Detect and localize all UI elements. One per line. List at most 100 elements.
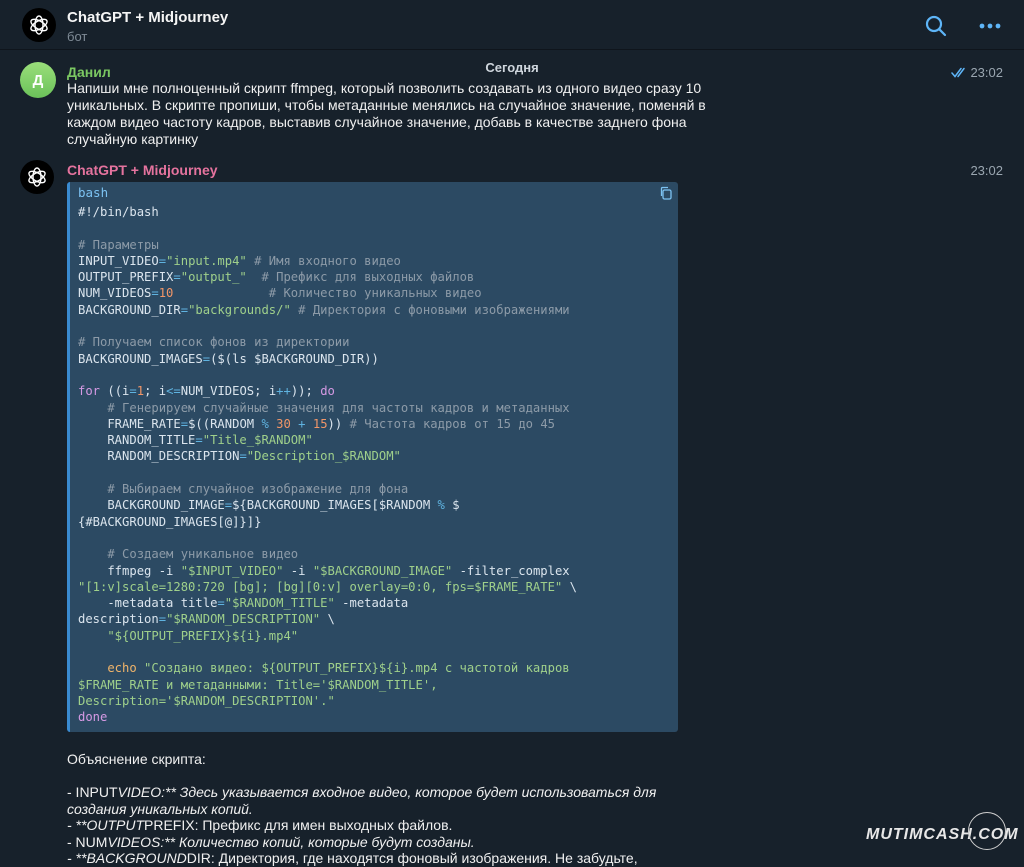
code-token: ; i — [144, 384, 167, 399]
code-token: # Имя входного видео — [246, 253, 401, 268]
code-token: ((i — [100, 384, 130, 399]
code-token: -filter_complex — [452, 563, 570, 578]
code-line: Description='$RANDOM_DESCRIPTION'." — [78, 693, 674, 709]
code-token: # Директория с фоновыми изображениями — [290, 302, 570, 317]
code-line: NUM_VIDEOS=10 # Количество уникальных ви… — [78, 285, 674, 301]
code-token: BACKGROUND_DIR — [78, 302, 181, 317]
code-line: # Генерируем случайные значения для част… — [78, 400, 674, 416]
code-token: "backgrounds/" — [188, 302, 291, 317]
explanation-segment: DIR: Директория, где находятся фоновый и… — [186, 850, 638, 866]
code-token: = — [173, 270, 181, 285]
code-token: ${BACKGROUND_IMAGES[$RANDOM — [232, 498, 438, 513]
date-separator: Сегодня — [485, 60, 539, 75]
code-line: -metadata title="$RANDOM_TITLE" -metadat… — [78, 595, 674, 611]
code-line: FRAME_RATE=$((RANDOM % 30 + 15)) # Часто… — [78, 416, 674, 432]
code-line: BACKGROUND_IMAGES=($(ls $BACKGROUND_DIR)… — [78, 351, 674, 367]
explanation-segment: Объяснение скрипта: — [67, 751, 206, 767]
code-language-label: bash — [78, 185, 109, 200]
code-token: # Количество уникальных видео — [173, 286, 482, 301]
code-token: % — [261, 416, 269, 431]
message-line: Напиши мне полноценный скрипт ffmpeg, ко… — [67, 80, 702, 96]
bot-message-time: 23:02 — [970, 163, 1003, 178]
code-token: = — [239, 449, 247, 464]
code-token: = — [224, 498, 233, 513]
code-token: # Префикс для выходных файлов — [246, 270, 475, 285]
code-token: "Создано видео: ${OUTPUT_PREFIX}${i}.mp4… — [136, 661, 570, 676]
code-token: <= — [166, 384, 181, 399]
code-token: )) — [327, 416, 343, 431]
code-line: done — [78, 709, 674, 725]
code-token: BACKGROUND_IMAGE — [78, 498, 225, 513]
more-dots-icon[interactable] — [978, 16, 1002, 36]
explanation-line: - INPUTVIDEO:** Здесь указывается входно… — [67, 784, 667, 801]
code-line: # Получаем список фонов из директории — [78, 334, 674, 350]
code-line: $FRAME_RATE и метаданными: Title='$RANDO… — [78, 677, 674, 693]
chat-subtitle: бот — [67, 29, 88, 44]
code-line: "[1:v]scale=1280:720 [bg]; [bg][0:v] ove… — [78, 579, 674, 595]
explanation-segment: PREFIX: Префикс для имен выходных файлов… — [144, 817, 453, 833]
code-line: RANDOM_DESCRIPTION="Description_$RANDOM" — [78, 448, 674, 464]
code-token: ($(ls $BACKGROUND_DIR)) — [210, 351, 379, 366]
code-token: NUM_VIDEOS; i — [180, 384, 277, 399]
chat-title[interactable]: ChatGPT + Midjourney — [67, 9, 228, 26]
code-token: \ — [562, 579, 577, 594]
code-token: = — [195, 433, 203, 448]
code-token: # Параметры — [78, 237, 159, 252]
code-token: "$RANDOM_DESCRIPTION" — [166, 612, 321, 627]
bot-sender-name[interactable]: ChatGPT + Midjourney — [67, 162, 218, 178]
code-token: 10 — [158, 286, 174, 301]
chat-header: ChatGPT + Midjourney бот — [0, 0, 1024, 50]
code-token: "Title_$RANDOM" — [202, 433, 313, 448]
double-check-icon — [951, 67, 965, 78]
code-token: description — [78, 612, 159, 627]
code-line: RANDOM_TITLE="Title_$RANDOM" — [78, 432, 674, 448]
code-token: 15 — [312, 416, 328, 431]
code-token: $ — [444, 498, 460, 513]
code-token: ffmpeg -i — [78, 563, 181, 578]
explanation-segment: создания уникальных копий. — [67, 800, 253, 817]
code-token: "$RANDOM_TITLE" — [224, 596, 335, 611]
code-token: = — [202, 351, 211, 366]
code-token: = — [180, 302, 189, 317]
explanation-line: - **BACKGROUNDDIR: Директория, где наход… — [67, 850, 667, 867]
search-icon[interactable] — [924, 14, 948, 38]
code-block[interactable]: bash #!/bin/bash # Параметры INPUT_VIDEO="… — [67, 182, 678, 732]
explanation-line: - NUMVIDEOS:** Количество копий, которые… — [67, 834, 667, 851]
code-token: = — [129, 384, 137, 399]
code-token: "$BACKGROUND_IMAGE" — [312, 563, 453, 578]
code-line: # Параметры — [78, 237, 674, 253]
bot-avatar[interactable] — [22, 8, 56, 42]
code-token: + — [298, 416, 306, 431]
code-token: "Description_$RANDOM" — [246, 449, 401, 464]
message-line: уникальных. В скрипте пропиши, чтобы мет… — [67, 97, 706, 113]
code-token: #!/bin/bash — [78, 205, 159, 219]
user-sender-name[interactable]: Данил — [67, 64, 111, 80]
code-token: do — [320, 384, 335, 399]
code-token: $FRAME_RATE и метаданными: Title='$RANDO… — [78, 677, 438, 692]
code-token: echo — [78, 661, 137, 676]
code-token: INPUT_VIDEO — [78, 253, 159, 268]
bot-message-avatar[interactable] — [20, 160, 54, 194]
scroll-down-button[interactable] — [968, 812, 1006, 850]
code-token: 1 — [136, 384, 145, 399]
code-line: {#BACKGROUND_IMAGES[@]}]} — [78, 514, 674, 530]
code-line: "${OUTPUT_PREFIX}${i}.mp4" — [78, 628, 674, 644]
code-token: = — [158, 612, 167, 627]
code-token: # Создаем уникальное видео — [78, 547, 299, 562]
message-line: случайную картинку — [67, 131, 199, 147]
code-token: ++ — [276, 384, 291, 399]
code-token: done — [78, 710, 108, 725]
user-avatar[interactable]: Д — [20, 62, 56, 98]
openai-logo-icon — [30, 15, 48, 35]
code-token: 30 — [276, 416, 291, 431]
code-line: for ((i=1; i<=NUM_VIDEOS; i++)); do — [78, 383, 674, 399]
code-line: echo "Создано видео: ${OUTPUT_PREFIX}${i… — [78, 660, 674, 676]
code-token: # Выбираем случайное изображение для фон… — [78, 482, 409, 497]
copy-icon[interactable] — [659, 186, 673, 200]
